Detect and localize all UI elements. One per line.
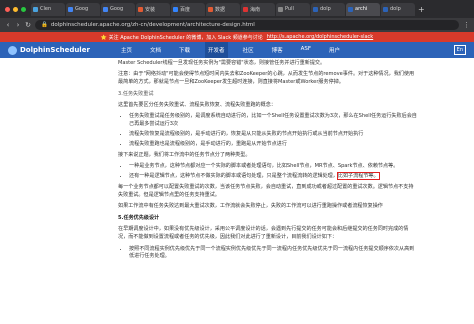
tab-favicon-icon xyxy=(68,6,73,12)
announcement-banner: ⭐ 关注 Apache DolphinScheduler 的微博，加入 Slac… xyxy=(0,32,474,42)
paragraph: 接下来说正题，我们将工作流中的任务节点分了两种类型。 xyxy=(118,152,251,159)
browser-tab[interactable]: 海南 xyxy=(241,2,275,16)
list-item: 任务失败重试是任务级别的，是调度系统自动进行的，比如一个Shell任务设置重试次… xyxy=(129,113,418,129)
tab-label: 海南 xyxy=(250,6,261,13)
nav-link[interactable]: ASF xyxy=(298,42,314,58)
maximize-window-button[interactable] xyxy=(21,6,26,12)
minimize-window-button[interactable] xyxy=(13,6,18,12)
paragraph: Master Scheduler线程一旦发现任务实例为"需要容错"状态，则接管任… xyxy=(118,60,326,66)
tab-favicon-icon xyxy=(278,6,283,12)
list-item: 流程失败恢复是流程级别的，是手动进行的，恢复是从只能从失败的节点开始执行或从当前… xyxy=(129,131,418,139)
site-navbar: DolphinScheduler 主页 文档 下载 开发者 社区 博客 ASF 用户 En xyxy=(0,42,474,58)
browser-tab[interactable]: Clen xyxy=(31,2,65,16)
new-tab-button[interactable]: + xyxy=(418,5,425,14)
nav-link[interactable]: 社区 xyxy=(240,42,257,58)
reload-icon[interactable]: ↻ xyxy=(25,21,31,29)
retry-concepts-list: 任务失败重试是任务级别的，是调度系统自动进行的，比如一个Shell任务设置重试次… xyxy=(118,113,418,149)
forward-arrow-icon[interactable]: › xyxy=(15,21,21,29)
browser-tab[interactable]: dolp xyxy=(381,2,415,16)
back-arrow-icon[interactable]: ‹ xyxy=(5,21,11,29)
close-window-button[interactable] xyxy=(5,6,10,12)
list-item: 按照不同流程实例优先级优先于同一个流程实例优先级优先于同一流程内任务优先级优先于… xyxy=(129,246,418,262)
tab-label: 百度 xyxy=(180,6,191,13)
tab-favicon-icon xyxy=(348,6,353,12)
banner-text: ⭐ 关注 Apache DolphinScheduler 的微博，加入 Slac… xyxy=(100,34,263,41)
dolphin-logo-icon xyxy=(8,45,17,55)
tab-label: Goog xyxy=(75,6,89,12)
tab-label: Clen xyxy=(40,6,52,12)
list-item: 还有一种是逻辑节点，这种节点不做实际的脚本或语句处理，只是整个流程流转的逻辑处理… xyxy=(129,172,418,181)
list-item: 一种是业务节点，这种节点都对应一个实际的脚本或者处理语句，比如Shell节点，M… xyxy=(129,163,418,171)
browser-tab[interactable]: 数据 xyxy=(206,2,240,16)
section-heading-retry: 3.任务失败重试 xyxy=(118,90,154,97)
tab-favicon-icon xyxy=(173,6,178,12)
logo-text: DolphinScheduler xyxy=(20,46,90,54)
priority-list: 按照不同流程实例优先级优先于同一个流程实例优先级优先于同一流程内任务优先级优先于… xyxy=(118,246,418,262)
lock-icon: 🔒 xyxy=(41,22,48,28)
nav-link[interactable]: 文档 xyxy=(147,42,164,58)
site-logo[interactable]: DolphinScheduler xyxy=(8,45,118,55)
nav-link[interactable]: 主页 xyxy=(118,42,135,58)
url-field[interactable]: 🔒 dolphinscheduler.apache.org/zh-cn/deve… xyxy=(35,20,459,30)
language-switch-button[interactable]: En xyxy=(453,45,466,55)
url-text: dolphinscheduler.apache.org/zh-cn/develo… xyxy=(50,22,255,28)
tab-favicon-icon xyxy=(103,6,108,12)
tab-label: Goog xyxy=(110,6,124,12)
tab-label: 安装 xyxy=(145,6,156,13)
nav-link[interactable]: 开发者 xyxy=(205,42,228,58)
nav-link[interactable]: 博客 xyxy=(269,42,286,58)
extensions-icon[interactable]: ⋮ xyxy=(463,21,470,29)
browser-tab[interactable]: dolp xyxy=(311,2,345,16)
banner-link[interactable]: http://s.apache.org/dolphinscheduler-sla… xyxy=(267,34,373,40)
paragraph: 这里首先要区分任务失败重试、流程失败恢复、流程失败重跑的概念： xyxy=(118,102,276,109)
paragraph: 在早期调度设计中，如果没有优先级设计，采用公平调度设计的话，会遇到先行提交的任务… xyxy=(118,226,409,241)
highlighted-text-annotation: 比如子流程节等。 xyxy=(336,172,380,181)
window-controls xyxy=(0,6,31,12)
browser-tab[interactable]: archi xyxy=(346,2,380,16)
tab-label: 数据 xyxy=(215,6,226,13)
tab-favicon-icon xyxy=(138,6,143,12)
nav-link[interactable]: 用户 xyxy=(326,42,343,58)
browser-tab[interactable]: Pull xyxy=(276,2,310,16)
browser-tab[interactable]: 安装 xyxy=(136,2,170,16)
paragraph: 注意：由于"网络抖动"可能会使得节点短时间内失去和ZooKeeper的心跳，从而… xyxy=(118,71,415,86)
browser-tab-bar: Clen Goog Goog 安装 百度 数据 海南 Pull dolp archi dolp + xyxy=(0,0,474,18)
paragraph: 每一个业务节点都可以配置失败重试的次数，当该任务节点失败，会自动重试，直到成功或… xyxy=(118,184,414,199)
section-heading-priority: 5.任务优先级设计 xyxy=(118,214,160,221)
tab-label: dolp xyxy=(320,6,331,12)
tab-favicon-icon xyxy=(243,6,248,12)
tab-label: dolp xyxy=(390,6,401,12)
browser-tab[interactable]: 百度 xyxy=(171,2,205,16)
article-body: Master Scheduler线程一旦发现任务实例为"需要容错"状态，则接管任… xyxy=(0,58,418,261)
tab-favicon-icon xyxy=(383,6,388,12)
tab-favicon-icon xyxy=(33,6,38,12)
tab-label: archi xyxy=(355,6,368,12)
list-item: 流程失败重跑也是流程级别的，是手动进行的，重跑是从开始节点进行 xyxy=(129,141,418,149)
address-bar-row: ‹ › ↻ 🔒 dolphinscheduler.apache.org/zh-c… xyxy=(0,18,474,32)
tab-favicon-icon xyxy=(313,6,318,12)
node-types-list: 一种是业务节点，这种节点都对应一个实际的脚本或者处理语句，比如Shell节点，M… xyxy=(118,163,418,181)
paragraph: 如果工作流中有任务失败达到最大重试次数，工作流就会失败停止，失败的工作流可以进行… xyxy=(118,203,383,210)
list-item-text: 还有一种是逻辑节点，这种节点不做实际的脚本或语句处理，只是整个流程流转的逻辑处理… xyxy=(129,173,338,180)
tab-favicon-icon xyxy=(208,6,213,12)
browser-tab[interactable]: Goog xyxy=(66,2,100,16)
tab-label: Pull xyxy=(285,6,294,12)
nav-link[interactable]: 下载 xyxy=(176,42,193,58)
nav-links: 主页 文档 下载 开发者 社区 博客 ASF 用户 xyxy=(118,42,454,58)
browser-tab[interactable]: Goog xyxy=(101,2,135,16)
